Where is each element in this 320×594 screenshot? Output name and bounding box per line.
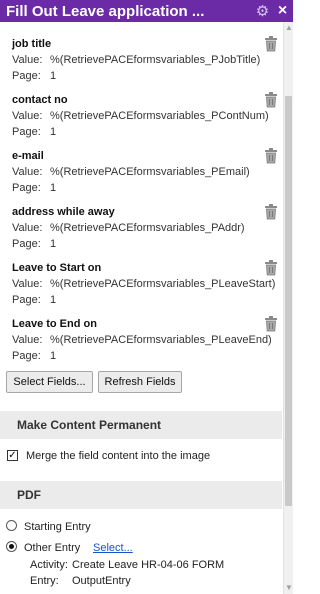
field-entry-contact-no: contact no Value: %(RetrievePACEformsvar… <box>12 92 280 150</box>
select-fields-button[interactable]: Select Fields... <box>6 371 93 393</box>
value-label: Value: <box>12 222 43 234</box>
page-label: Page: <box>12 182 41 194</box>
field-value: %(RetrievePACEformsvariables_PLeaveEnd) <box>50 334 272 346</box>
field-entry-leave-start: Leave to Start on Value: %(RetrievePACEf… <box>12 260 280 318</box>
value-label: Value: <box>12 278 43 290</box>
field-page: 1 <box>50 238 57 250</box>
value-label: Value: <box>12 54 43 66</box>
field-name: job title <box>12 38 52 50</box>
field-name: address while away <box>12 206 115 218</box>
page-label: Page: <box>12 238 41 250</box>
properties-panel: job title Value: %(RetrievePACEformsvari… <box>0 22 282 594</box>
value-label: Value: <box>12 334 43 346</box>
entry-value: OutputEntry <box>72 575 131 587</box>
vertical-scrollbar[interactable]: ▲ ▼ <box>283 22 293 594</box>
pdf-header: PDF <box>0 481 282 509</box>
trash-icon[interactable] <box>264 92 278 108</box>
field-name: e-mail <box>12 150 44 162</box>
gear-icon[interactable]: ⚙ <box>254 0 271 22</box>
trash-icon[interactable] <box>264 260 278 276</box>
field-value: %(RetrievePACEformsvariables_PContNum) <box>50 110 269 122</box>
field-entry-job-title: job title Value: %(RetrievePACEformsvari… <box>12 36 280 94</box>
field-page: 1 <box>50 70 57 82</box>
field-entry-address: address while away Value: %(RetrievePACE… <box>12 204 280 262</box>
field-value: %(RetrievePACEformsvariables_PAddr) <box>50 222 245 234</box>
page-label: Page: <box>12 126 41 138</box>
merge-content-label: Merge the field content into the image <box>26 450 211 462</box>
value-label: Value: <box>12 166 43 178</box>
starting-entry-label: Starting Entry <box>24 521 91 533</box>
activity-label: Activity: <box>30 559 68 571</box>
page-label: Page: <box>12 70 41 82</box>
page-label: Page: <box>12 294 41 306</box>
scroll-up-arrow-icon[interactable]: ▲ <box>285 24 293 32</box>
field-value: %(RetrievePACEformsvariables_PLeaveStart… <box>50 278 276 290</box>
trash-icon[interactable] <box>264 204 278 220</box>
title-bar: Fill Out Leave application ... ⚙ × <box>0 0 293 22</box>
field-page: 1 <box>50 182 57 194</box>
field-name: Leave to End on <box>12 318 97 330</box>
other-entry-radio[interactable] <box>6 541 17 552</box>
field-value: %(RetrievePACEformsvariables_PEmail) <box>50 166 250 178</box>
activity-value: Create Leave HR-04-06 FORM <box>72 559 225 571</box>
field-entry-email: e-mail Value: %(RetrievePACEformsvariabl… <box>12 148 280 206</box>
field-page: 1 <box>50 294 57 306</box>
close-icon[interactable]: × <box>275 0 290 22</box>
field-page: 1 <box>50 126 57 138</box>
value-label: Value: <box>12 110 43 122</box>
field-value: %(RetrievePACEformsvariables_PJobTitle) <box>50 54 261 66</box>
scroll-down-arrow-icon[interactable]: ▼ <box>285 584 293 592</box>
field-name: contact no <box>12 94 68 106</box>
other-entry-label: Other Entry <box>24 542 81 554</box>
starting-entry-radio[interactable] <box>6 520 17 531</box>
window-title: Fill Out Leave application ... <box>6 2 205 20</box>
field-page: 1 <box>50 350 57 362</box>
merge-content-checkbox[interactable]: ✓ <box>7 450 18 461</box>
refresh-fields-button[interactable]: Refresh Fields <box>98 371 182 393</box>
select-entry-link[interactable]: Select... <box>93 542 133 554</box>
scrollbar-thumb[interactable] <box>285 96 292 506</box>
make-content-permanent-header: Make Content Permanent <box>0 411 282 439</box>
trash-icon[interactable] <box>264 36 278 52</box>
field-entry-leave-end: Leave to End on Value: %(RetrievePACEfor… <box>12 316 280 374</box>
entry-label: Entry: <box>30 575 59 587</box>
field-name: Leave to Start on <box>12 262 102 274</box>
trash-icon[interactable] <box>264 148 278 164</box>
page-label: Page: <box>12 350 41 362</box>
trash-icon[interactable] <box>264 316 278 332</box>
